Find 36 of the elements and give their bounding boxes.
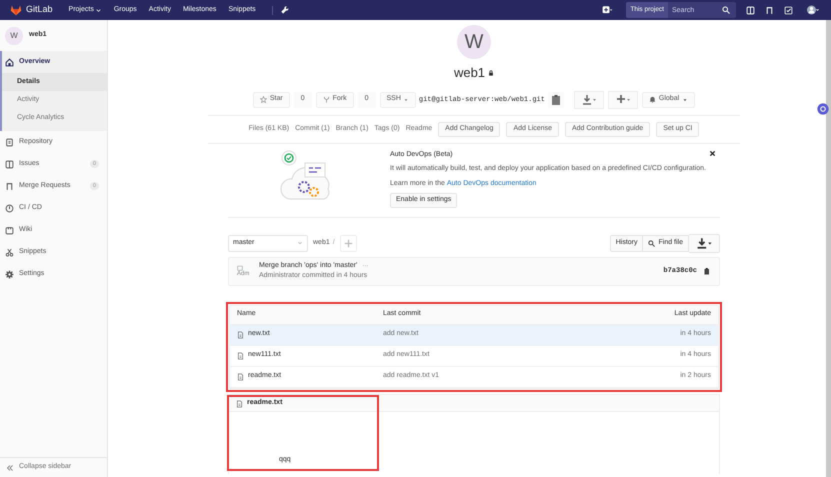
search-icon[interactable]: [722, 2, 736, 18]
fork-icon: [322, 96, 330, 103]
close-icon[interactable]: [709, 150, 716, 156]
double-chevron-icon: [6, 464, 14, 472]
search-icon: [648, 240, 656, 246]
wrench-icon[interactable]: [272, 6, 290, 14]
gear-icon: [5, 270, 14, 278]
scissors-icon: [5, 248, 14, 256]
gauge-icon: [5, 204, 14, 212]
download-icon[interactable]: [689, 234, 720, 252]
brand-name[interactable]: GitLab: [26, 3, 53, 17]
caret-icon: [402, 96, 409, 102]
caret-icon: [682, 96, 688, 102]
fox-logo-icon: [10, 4, 22, 16]
plus-dropdown-icon[interactable]: [608, 90, 638, 108]
panel-icon[interactable]: [746, 6, 755, 14]
project-title: web1: [454, 64, 486, 82]
file-icon: [236, 400, 243, 408]
clipboard-icon[interactable]: [548, 92, 564, 108]
house-icon: [5, 58, 14, 66]
caret-icon: [297, 240, 303, 246]
project-avatar: W: [457, 25, 491, 59]
plus-icon[interactable]: [600, 5, 614, 15]
user-avatar-icon[interactable]: [805, 4, 821, 16]
star-icon: [260, 96, 267, 103]
broken-image-icon: [237, 265, 243, 271]
merge-request-icon[interactable]: [765, 6, 774, 14]
bell-icon: [648, 96, 656, 103]
download-icon[interactable]: [574, 90, 604, 108]
file-icon: [237, 330, 244, 338]
checklist-icon[interactable]: [784, 6, 793, 14]
project-avatar: W: [5, 26, 23, 44]
file-icon: [237, 372, 244, 380]
scrollbar[interactable]: [826, 20, 831, 477]
clipboard-icon[interactable]: [703, 267, 711, 275]
file-icon: [237, 352, 244, 360]
